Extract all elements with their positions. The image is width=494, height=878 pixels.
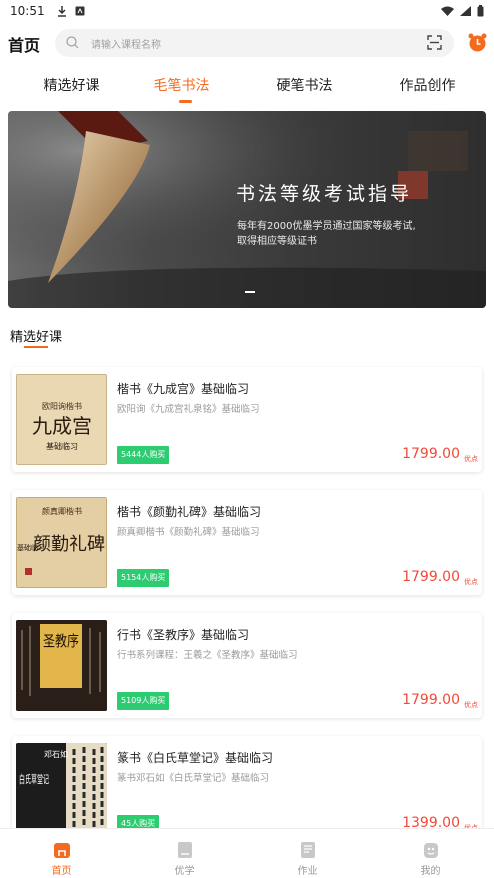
wifi-icon [441,6,454,16]
status-time: 10:51 [10,4,45,18]
calligraphy-cover-image: 圣教序 [16,620,107,711]
calligraphy-cover-image: 颜真卿楷书 颜勤礼碑 基础临习 [17,498,106,587]
tab-work-creation[interactable]: 作品创作 [366,75,489,95]
price-unit: 优点 [464,455,478,463]
course-thumbnail: 颜真卿楷书 颜勤礼碑 基础临习 [16,497,107,588]
thumb-main-text: 白氏草堂记 [19,772,49,786]
nav-homework[interactable]: 作业 [246,829,369,878]
thumb-main-text: 圣教序 [43,632,79,650]
thumb-top-text: 颜真卿楷书 [42,506,82,516]
home-icon [54,843,70,858]
course-thumbnail: 圣教序 [16,620,107,711]
top-header: 首页 请输入课程名称 [0,28,494,58]
search-icon [66,36,79,49]
course-thumbnail: 邓石如 白氏草堂记 [16,743,107,828]
course-card[interactable]: 颜真卿楷书 颜勤礼碑 基础临习 楷书《颜勤礼碑》基础临习 颜真卿楷书《颜勤礼碑》… [12,490,482,595]
nav-learn[interactable]: 优学 [123,829,246,878]
calligraphy-cover-image: 邓石如 白氏草堂记 [16,743,107,828]
bottom-navigation: 首页 优学 作业 我的 [0,828,494,878]
course-title: 楷书《颜勤礼碑》基础临习 [117,505,262,519]
buyer-count-badge: 5154人购买 [117,569,170,587]
alarm-clock-icon[interactable] [467,32,488,53]
course-list: 欧阳询楷书 九成宫 基础临习 楷书《九成宫》基础临习 欧阳询《九成宫礼泉铭》基础… [0,366,494,828]
banner-subtitle-line2: 取得相应等级证书 [237,236,317,247]
section-title-underline [24,346,48,348]
nav-home-label: 首页 [51,866,72,877]
tab-pen-calligraphy[interactable]: 硬笔书法 [243,75,366,95]
thumb-bottom-text: 基础临习 [46,441,78,451]
app-notification-icon [75,6,85,16]
nav-homework-label: 作业 [297,866,318,877]
course-price: 1399.00 [402,815,460,828]
search-bar[interactable]: 请输入课程名称 [55,29,454,57]
battery-icon [477,5,484,17]
price-unit: 优点 [464,578,478,586]
course-thumbnail: 欧阳询楷书 九成宫 基础临习 [16,374,107,465]
tab-featured[interactable]: 精选好课 [10,75,133,95]
course-title: 篆书《白氏草堂记》基础临习 [117,751,274,765]
search-placeholder: 请输入课程名称 [91,40,161,51]
course-card[interactable]: 邓石如 白氏草堂记 篆书《白氏草堂记》基础临习 篆书邓石如《白氏草堂记》基础临习… [12,736,482,828]
nav-learn-label: 优学 [174,866,195,877]
thumb-top-text: 邓石如 [44,749,68,759]
nav-profile[interactable]: 我的 [369,829,492,878]
buyer-count-badge: 5109人购买 [117,692,170,710]
course-description: 行书系列课程：王羲之《圣教序》基础临习 [117,650,298,661]
book-icon [178,842,192,858]
download-icon [57,5,66,17]
thumb-bottom-text: 基础临习 [17,543,45,552]
scan-icon[interactable] [427,35,442,50]
section-title: 精选好课 [10,330,63,345]
course-card[interactable]: 欧阳询楷书 九成宫 基础临习 楷书《九成宫》基础临习 欧阳询《九成宫礼泉铭》基础… [12,367,482,472]
price-unit: 优点 [464,701,478,709]
promo-banner[interactable]: 书法等级考试指导 每年有2000优墨学员通过国家等级考试, 取得相应等级证书 [8,111,486,308]
course-description: 颜真卿楷书《颜勤礼碑》基础临习 [117,527,260,538]
buyer-count-badge: 5444人购买 [117,446,170,464]
calligraphy-cover-image: 欧阳询楷书 九成宫 基础临习 [17,375,106,464]
tab-brush-calligraphy[interactable]: 毛笔书法 [120,75,243,95]
thumb-main-text: 九成宫 [32,414,92,438]
profile-icon [424,843,438,858]
page-title: 首页 [8,36,41,55]
nav-profile-label: 我的 [420,866,441,877]
thumb-top-text: 欧阳询楷书 [42,401,82,411]
carousel-indicator [245,291,255,293]
active-tab-indicator [179,100,192,103]
buyer-count-badge: 45人购买 [117,815,160,828]
course-price: 1799.00 [402,692,460,708]
banner-title: 书法等级考试指导 [236,183,413,205]
status-bar: 10:51 [0,0,494,22]
course-price: 1799.00 [402,569,460,585]
course-description: 篆书邓石如《白氏草堂记》基础临习 [117,773,270,784]
brush-illustration [8,111,486,308]
homework-icon [301,842,315,858]
course-price: 1799.00 [402,446,460,462]
banner-subtitle-line1: 每年有2000优墨学员通过国家等级考试, [237,221,416,232]
category-tabs: 精选好课 毛笔书法 硬笔书法 作品创作 [0,68,494,104]
home-screen: 10:51 首页 请输入课程名称 精选好课 毛笔书法 硬笔书法 作品创作 书法等… [0,0,494,878]
course-title: 楷书《九成宫》基础临习 [117,382,250,396]
nav-home[interactable]: 首页 [0,829,123,878]
signal-icon [460,6,471,16]
course-title: 行书《圣教序》基础临习 [117,628,250,642]
course-description: 欧阳询《九成宫礼泉铭》基础临习 [117,404,260,415]
course-card[interactable]: 圣教序 行书《圣教序》基础临习 行书系列课程：王羲之《圣教序》基础临习 5109… [12,613,482,718]
